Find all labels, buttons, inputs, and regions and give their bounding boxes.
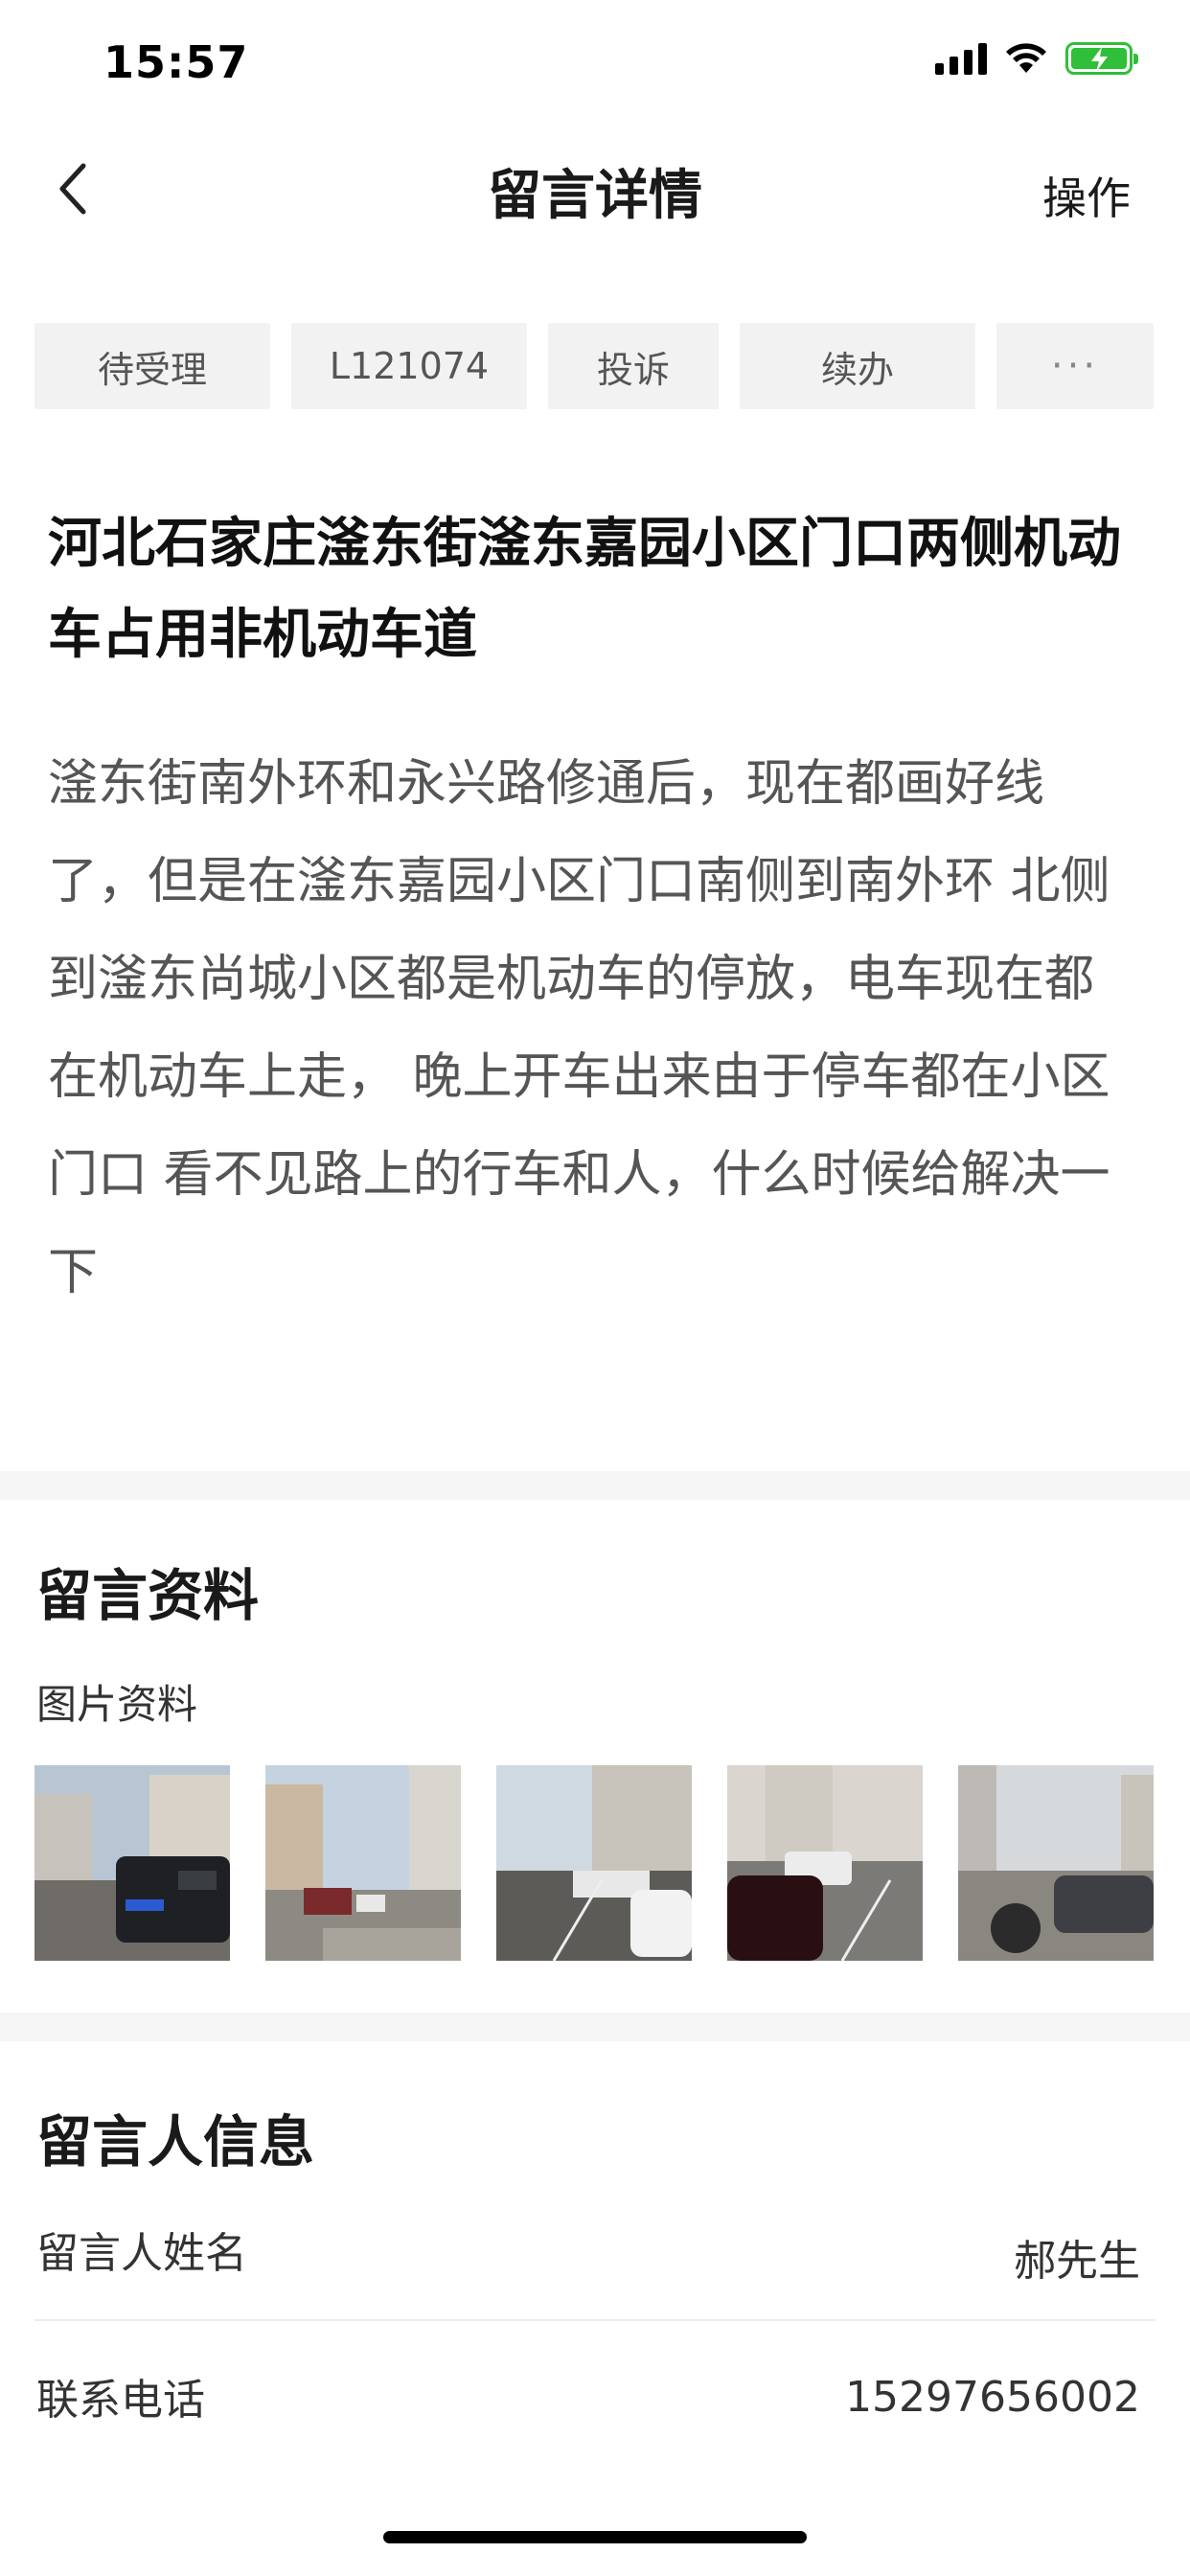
operate-button[interactable]: 操作 — [1042, 164, 1131, 227]
more-tags-button[interactable]: ··· — [996, 323, 1154, 409]
images-label: 图片资料 — [36, 1681, 198, 1728]
cellular-signal-icon — [935, 42, 987, 75]
image-thumbnail[interactable] — [496, 1765, 692, 1961]
status-time: 15:57 — [103, 36, 249, 88]
image-thumbnail[interactable] — [958, 1765, 1154, 1961]
row-divider — [34, 2319, 1156, 2321]
status-tags: 待受理 L121074 投诉 续办 ··· — [34, 323, 1154, 409]
section-divider — [0, 1471, 1190, 1500]
wifi-icon — [1006, 43, 1046, 73]
tag-id: L121074 — [291, 323, 527, 409]
author-phone-row: 联系电话 15297656002 — [36, 2356, 1140, 2471]
nav-bar: 留言详情 操作 — [0, 129, 1190, 249]
section-divider — [0, 2012, 1190, 2041]
image-thumbnail[interactable] — [727, 1765, 923, 1961]
battery-charging-icon — [1065, 42, 1138, 75]
message-content: 滏东街南外环和永兴路修通后，现在都画好线了，但是在滏东嘉园小区门口南侧到南外环 … — [48, 755, 1110, 1301]
status-bar: 15:57 — [0, 0, 1190, 129]
author-name-row: 留言人姓名 郝先生 — [36, 2209, 1140, 2324]
home-indicator[interactable] — [383, 2531, 807, 2543]
phone-value[interactable]: 15297656002 — [845, 2373, 1140, 2422]
tag-continue: 续办 — [740, 323, 975, 409]
tag-type: 投诉 — [548, 323, 719, 409]
author-name-label: 留言人姓名 — [36, 2229, 247, 2278]
tag-status: 待受理 — [34, 323, 270, 409]
page-title: 留言详情 — [488, 165, 702, 227]
message-title: 河北石家庄滏东街滏东嘉园小区门口两侧机动车占用非机动车道 — [48, 513, 1121, 666]
image-thumbnail[interactable] — [265, 1765, 461, 1961]
materials-section-title: 留言资料 — [36, 1563, 260, 1628]
phone-label: 联系电话 — [36, 2376, 205, 2425]
author-info-section-title: 留言人信息 — [36, 2109, 315, 2174]
author-name-value: 郝先生 — [1014, 2237, 1140, 2286]
image-gallery — [34, 1765, 1154, 1961]
status-icons — [935, 42, 1138, 75]
image-thumbnail[interactable] — [34, 1765, 230, 1961]
